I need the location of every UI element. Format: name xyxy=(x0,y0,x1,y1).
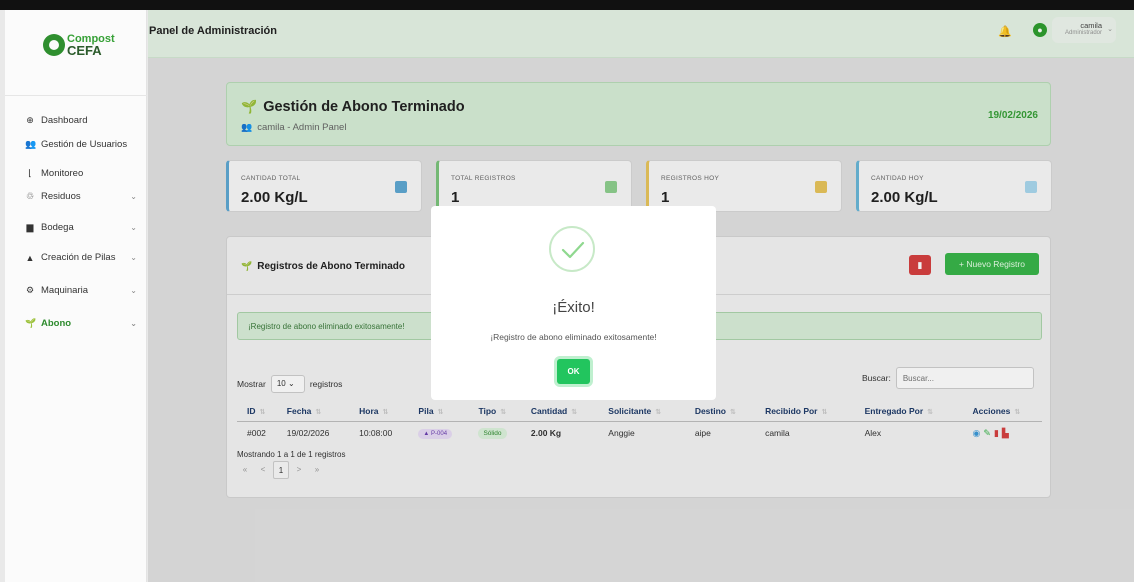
chevron-down-icon: ⌄ xyxy=(130,223,137,232)
sidebar-item-monitoreo[interactable]: ⌊ Monitoreo xyxy=(25,168,137,179)
logo-bottom-text: CEFA xyxy=(67,43,102,58)
chevron-down-icon: ⌄ xyxy=(130,192,137,201)
sidebar-item-residuos[interactable]: ♲ Residuos ⌄ xyxy=(25,191,137,202)
sidebar-item-label: Residuos xyxy=(41,191,81,202)
seedling-icon: 🌱 xyxy=(25,318,37,328)
sidebar-item-gestion-usuarios[interactable]: 👥 Gestión de Usuarios xyxy=(25,139,137,150)
sidebar-item-label: Dashboard xyxy=(41,115,88,126)
ok-button[interactable]: OK xyxy=(557,359,590,384)
success-modal: ¡Éxito! ¡Registro de abono eliminado exi… xyxy=(431,206,716,400)
chart-line-icon: ⌊ xyxy=(28,168,32,178)
chevron-down-icon: ⌄ xyxy=(130,253,137,262)
dashboard-icon: ⊕ xyxy=(26,115,34,125)
brand-logo[interactable]: Compost CEFA xyxy=(43,34,115,58)
sidebar: Compost CEFA ⊕ Dashboard 👥 Gestión de Us… xyxy=(5,10,147,582)
success-check-icon xyxy=(549,226,595,272)
sidebar-item-label: Gestión de Usuarios xyxy=(41,139,128,150)
sidebar-item-abono[interactable]: 🌱 Abono ⌄ xyxy=(25,318,137,329)
modal-title: ¡Éxito! xyxy=(552,299,595,316)
sidebar-divider xyxy=(5,95,147,96)
sidebar-item-label: Maquinaria xyxy=(41,285,88,296)
sidebar-item-bodega[interactable]: ▆ Bodega ⌄ xyxy=(25,222,137,233)
warehouse-icon: ▆ xyxy=(26,222,34,232)
recycle-icon: ♲ xyxy=(25,191,35,201)
mountain-icon: ▲ xyxy=(25,252,35,263)
chevron-down-icon: ⌄ xyxy=(130,319,137,328)
sidebar-item-label: Bodega xyxy=(41,222,74,233)
cogs-icon: ⚙ xyxy=(25,285,35,295)
sidebar-item-label: Abono xyxy=(41,318,72,329)
sidebar-item-dashboard[interactable]: ⊕ Dashboard xyxy=(25,115,137,126)
sidebar-item-label: Creación de Pilas xyxy=(41,252,116,263)
modal-message: ¡Registro de abono eliminado exitosament… xyxy=(490,332,657,342)
sidebar-item-label: Monitoreo xyxy=(41,168,84,179)
compost-logo-icon xyxy=(43,34,65,56)
chevron-down-icon: ⌄ xyxy=(130,286,137,295)
sidebar-item-maquinaria[interactable]: ⚙ Maquinaria ⌄ xyxy=(25,285,137,296)
users-icon: 👥 xyxy=(25,139,37,149)
sidebar-item-creacion-pilas[interactable]: ▲ Creación de Pilas ⌄ xyxy=(25,252,137,263)
window-top-bar xyxy=(0,0,1134,10)
